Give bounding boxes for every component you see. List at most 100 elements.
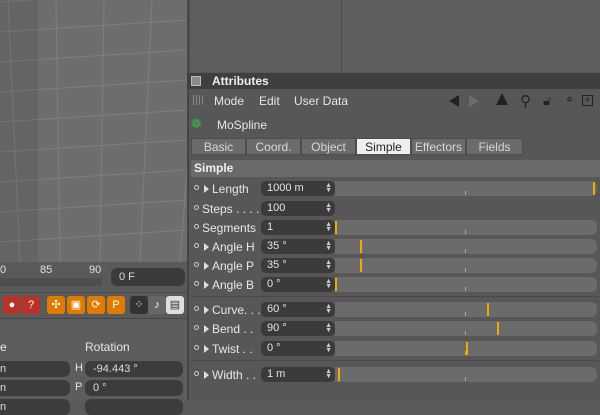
slider-center-mark [465, 191, 466, 195]
param-slider[interactable] [335, 302, 597, 317]
spinner-arrows-icon[interactable]: ▲ ▼ [325, 259, 332, 271]
param-slider[interactable] [335, 239, 597, 254]
param-value-field[interactable]: 0 ° ▲ ▼ [261, 341, 335, 356]
animate-bullet-icon[interactable] [194, 224, 199, 229]
tab-basic[interactable]: Basic [191, 138, 246, 155]
animate-bullet-icon[interactable] [194, 306, 199, 311]
rotation-p-field[interactable]: 0 ° [85, 380, 183, 396]
spinner-arrows-icon[interactable]: ▲ ▼ [325, 202, 332, 214]
param-slider[interactable] [335, 258, 597, 273]
spinner-arrows-icon[interactable]: ▲ ▼ [325, 182, 332, 194]
param-value-field[interactable]: 35 ° ▲ ▼ [261, 239, 335, 254]
animate-bullet-icon[interactable] [194, 243, 199, 248]
file-icon[interactable]: ▤ [166, 296, 184, 314]
spinner-arrows-icon[interactable]: ▲ ▼ [325, 368, 332, 380]
move-icon[interactable]: ✣ [47, 296, 65, 314]
rotation-b-field[interactable] [85, 399, 183, 415]
menu-user-data[interactable]: User Data [294, 94, 348, 108]
rotation-h-field[interactable]: -94.443 ° [85, 361, 183, 377]
spinner-arrows-icon[interactable]: ▲ ▼ [325, 303, 332, 315]
expand-arrow-icon[interactable] [204, 185, 209, 193]
animate-bullet-icon[interactable] [194, 371, 199, 376]
expand-arrow-icon[interactable] [204, 306, 209, 314]
viewport[interactable] [0, 0, 187, 262]
slider-knob[interactable] [593, 182, 595, 195]
animate-bullet-icon[interactable] [194, 205, 199, 210]
grip-icon[interactable] [193, 95, 203, 105]
pin-icon[interactable]: ⚬ [564, 92, 575, 108]
forward-arrow-icon[interactable] [469, 95, 479, 107]
rotate-icon[interactable]: ⟳ [87, 296, 105, 314]
expand-arrow-icon[interactable] [204, 262, 209, 270]
h-label: H [75, 362, 83, 374]
help-icon[interactable]: ? [22, 296, 40, 314]
expand-arrow-icon[interactable] [204, 325, 209, 333]
slider-center-mark [465, 268, 466, 272]
tab-effectors[interactable]: Effectors [411, 138, 466, 155]
param-value-field[interactable]: 90 ° ▲ ▼ [261, 321, 335, 336]
slider-knob[interactable] [466, 342, 468, 355]
slider-knob[interactable] [335, 221, 337, 234]
param-value-field[interactable]: 1000 m ▲ ▼ [261, 181, 335, 196]
param-value-field[interactable]: 0 ° ▲ ▼ [261, 277, 335, 292]
animate-bullet-icon[interactable] [194, 262, 199, 267]
current-frame-field[interactable]: 0 F [111, 268, 185, 286]
animate-bullet-icon[interactable] [194, 281, 199, 286]
animate-bullet-icon[interactable] [194, 345, 199, 350]
spinner-arrows-icon[interactable]: ▲ ▼ [325, 221, 332, 233]
param-slider[interactable] [335, 321, 597, 336]
param-slider[interactable] [335, 367, 597, 382]
expand-arrow-icon[interactable] [204, 371, 209, 379]
grid-icon[interactable]: ⁘ [130, 296, 148, 314]
param-slider[interactable] [335, 220, 597, 235]
record-icon[interactable]: ● [3, 296, 21, 314]
timeline-track[interactable] [0, 278, 102, 286]
coord-pos-field-1[interactable]: n [0, 361, 70, 377]
slider-knob[interactable] [335, 278, 337, 291]
tab-simple[interactable]: Simple [356, 138, 411, 155]
search-icon[interactable]: ⚲ [520, 92, 531, 110]
slider-knob[interactable] [360, 259, 362, 272]
slider-knob[interactable] [487, 303, 489, 316]
param-label: Curve. . . [212, 303, 261, 317]
menu-edit[interactable]: Edit [259, 94, 280, 108]
panel-menu-icon[interactable] [191, 76, 201, 86]
spinner-arrows-icon[interactable]: ▲ ▼ [325, 322, 332, 334]
up-arrow-icon[interactable] [496, 93, 508, 105]
tab-object[interactable]: Object [301, 138, 356, 155]
expand-arrow-icon[interactable] [204, 345, 209, 353]
mospline-icon: ❁ [191, 116, 202, 131]
menu-mode[interactable]: Mode [214, 94, 244, 108]
param-slider[interactable] [335, 277, 597, 292]
slider-knob[interactable] [360, 240, 362, 253]
new-panel-icon[interactable]: + [582, 95, 593, 106]
expand-arrow-icon[interactable] [204, 243, 209, 251]
scale-icon[interactable]: ▣ [67, 296, 85, 314]
spinner-arrows-icon[interactable]: ▲ ▼ [325, 278, 332, 290]
tick-85: 85 [40, 264, 53, 276]
slider-knob[interactable] [338, 368, 340, 381]
coord-pos-field-3[interactable]: n [0, 399, 70, 415]
spinner-arrows-icon[interactable]: ▲ ▼ [325, 342, 332, 354]
tab-fields[interactable]: Fields [466, 138, 523, 155]
param-value-field[interactable]: 1 ▲ ▼ [261, 220, 335, 235]
expand-arrow-icon[interactable] [204, 281, 209, 289]
param-row: Bend . . 90 ° ▲ ▼ [191, 320, 600, 338]
back-arrow-icon[interactable] [449, 95, 459, 107]
param-value-field[interactable]: 35 ° ▲ ▼ [261, 258, 335, 273]
coord-pos-field-2[interactable]: n [0, 380, 70, 396]
param-value-field[interactable]: 1 m ▲ ▼ [261, 367, 335, 382]
param-label: Angle P [212, 259, 255, 273]
param-slider[interactable] [335, 181, 597, 196]
animate-bullet-icon[interactable] [194, 325, 199, 330]
animate-bullet-icon[interactable] [194, 185, 199, 190]
sound-icon[interactable]: ♪ [148, 296, 166, 314]
param-value-field[interactable]: 60 ° ▲ ▼ [261, 302, 335, 317]
param-slider[interactable] [335, 341, 597, 356]
param-value-field[interactable]: 100 ▲ ▼ [261, 201, 335, 216]
tab-coord[interactable]: Coord. [246, 138, 301, 155]
spinner-arrows-icon[interactable]: ▲ ▼ [325, 240, 332, 252]
param-icon[interactable]: P [107, 296, 125, 314]
lock-icon[interactable]: 🔓︎ [543, 93, 551, 109]
slider-knob[interactable] [497, 322, 499, 335]
